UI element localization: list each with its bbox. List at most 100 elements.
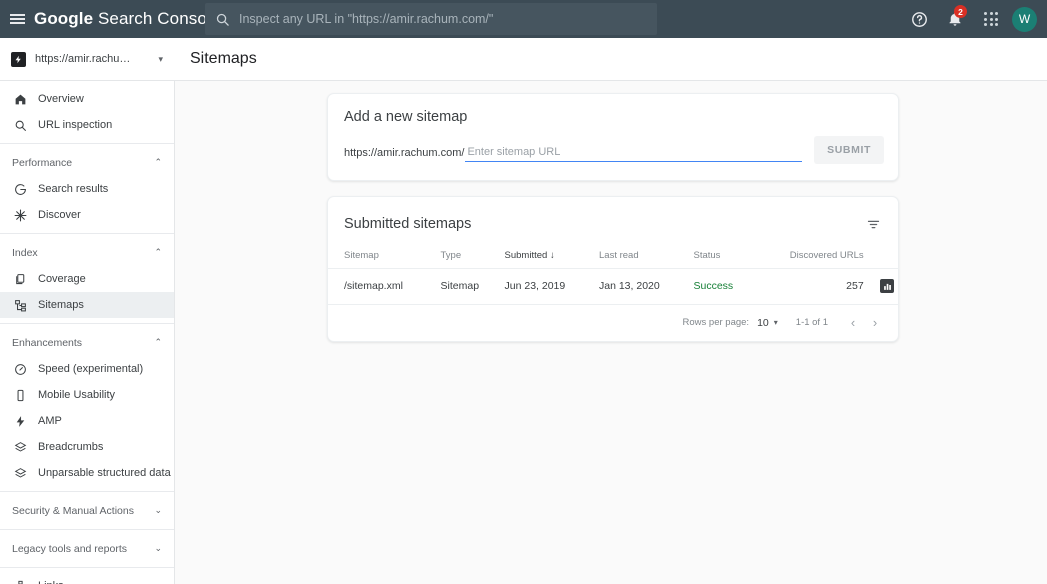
sidebar-item-label: Breadcrumbs (38, 441, 104, 453)
sitemap-url-input[interactable] (465, 146, 803, 162)
links-tree-icon (12, 580, 29, 584)
sidebar-item-amp[interactable]: AMP (0, 408, 174, 434)
sidebar-section-label: Performance (12, 156, 73, 169)
bar-chart-icon[interactable] (880, 279, 894, 293)
avatar[interactable]: W (1012, 6, 1037, 32)
submitted-sitemaps-card: Submitted sitemaps Sitemap Type Submitte… (327, 196, 899, 342)
sidebar-group-security: Security & Manual Actions ⌄ (0, 492, 174, 530)
bolt-icon (12, 415, 29, 428)
sidebar-item-breadcrumbs[interactable]: Breadcrumbs (0, 434, 174, 460)
submit-button[interactable]: SUBMIT (814, 136, 884, 164)
next-page-button[interactable]: › (864, 312, 886, 334)
search-icon (12, 119, 29, 132)
sitemap-url-prefix: https://amir.rachum.com/ (344, 147, 465, 159)
sidebar-item-links[interactable]: Links (0, 573, 174, 584)
column-sitemap[interactable]: Sitemap (328, 246, 437, 269)
chevron-up-icon[interactable]: ⌃ (154, 158, 162, 167)
column-discovered-urls[interactable]: Discovered URLs (755, 246, 868, 269)
speedometer-icon (12, 363, 29, 376)
app-brand-title: Google Search Console (34, 9, 220, 29)
url-inspection-search-box[interactable] (205, 3, 657, 35)
table-row[interactable]: /sitemap.xml Sitemap Jun 23, 2019 Jan 13… (328, 268, 898, 304)
sort-arrow-down-icon: ↓ (549, 250, 555, 261)
sidebar-item-label: Discover (38, 209, 81, 221)
chevron-down-icon[interactable]: ⌄ (154, 506, 162, 515)
apps-grid-icon[interactable] (973, 0, 1009, 38)
google-g-icon (12, 183, 29, 196)
page-title: Sitemaps (190, 50, 257, 67)
notifications-bell-icon[interactable]: 2 (937, 0, 973, 38)
sidebar-item-speed[interactable]: Speed (experimental) (0, 356, 174, 382)
sidebar-item-mobile-usability[interactable]: Mobile Usability (0, 382, 174, 408)
property-icon (11, 51, 26, 67)
property-selector[interactable]: https://amir.rachum.com/ ▾ (0, 38, 175, 81)
brand-rest: Search Console (93, 9, 221, 28)
notification-badge: 2 (954, 5, 967, 18)
table-body: /sitemap.xml Sitemap Jun 23, 2019 Jan 13… (328, 268, 898, 304)
cell-submitted: Jun 23, 2019 (504, 280, 566, 293)
sidebar-item-search-results[interactable]: Search results (0, 176, 174, 202)
sidebar-section-legacy-tools[interactable]: Legacy tools and reports ⌄ (0, 535, 174, 562)
cell-sitemap[interactable]: /sitemap.xml (328, 269, 437, 304)
property-label: https://amir.rachum.com/ (35, 53, 139, 65)
status-badge: Success (693, 280, 734, 293)
sidebar-section-security-manual-actions[interactable]: Security & Manual Actions ⌄ (0, 497, 174, 524)
chevron-down-icon[interactable]: ⌄ (154, 544, 162, 553)
cell-discovered-urls: 257 (846, 280, 864, 293)
previous-page-button[interactable]: ‹ (842, 312, 864, 334)
column-last-read[interactable]: Last read (595, 246, 689, 269)
column-status[interactable]: Status (689, 246, 755, 269)
sidebar-item-label: Coverage (38, 273, 86, 285)
sidebar-item-sitemaps[interactable]: Sitemaps (0, 292, 174, 318)
chevron-down-icon[interactable]: ▾ (774, 318, 778, 327)
sidebar-group-performance: Performance ⌃ Search results Discover (0, 144, 174, 234)
sidebar-item-coverage[interactable]: Coverage (0, 266, 174, 292)
submitted-sitemaps-title: Submitted sitemaps (344, 216, 472, 232)
filter-icon[interactable] (860, 211, 886, 237)
sidebar-item-label: Sitemaps (38, 299, 84, 311)
sidebar-group-enhancements: Enhancements ⌃ Speed (experimental) Mobi… (0, 324, 174, 492)
sidebar-section-index[interactable]: Index ⌃ (0, 239, 174, 266)
sidebar-item-label: Unparsable structured data (38, 467, 171, 479)
cell-type: Sitemap (440, 280, 480, 293)
chevron-up-icon[interactable]: ⌃ (154, 338, 162, 347)
discover-star-icon (12, 209, 29, 222)
column-type[interactable]: Type (437, 246, 501, 269)
hamburger-menu-icon[interactable] (0, 0, 34, 38)
column-actions (868, 246, 898, 269)
rows-per-page-value[interactable]: 10 (757, 317, 769, 329)
add-sitemap-card: Add a new sitemap https://amir.rachum.co… (327, 93, 899, 181)
column-submitted[interactable]: Submitted ↓ (501, 246, 595, 269)
add-sitemap-title: Add a new sitemap (344, 109, 468, 125)
rows-per-page-label: Rows per page: (682, 317, 750, 328)
table-header-row: Sitemap Type Submitted ↓ Last read Statu… (328, 246, 898, 269)
sidebar-section-performance[interactable]: Performance ⌃ (0, 149, 174, 176)
submitted-sitemaps-header: Submitted sitemaps (328, 197, 898, 237)
sidebar-section-label: Security & Manual Actions (12, 504, 134, 517)
cell-last-read: Jan 13, 2020 (599, 280, 660, 293)
submitted-sitemaps-table: Sitemap Type Submitted ↓ Last read Statu… (328, 246, 898, 304)
add-sitemap-row: https://amir.rachum.com/ SUBMIT (328, 125, 898, 164)
help-icon[interactable] (901, 0, 937, 38)
sidebar-item-label: Mobile Usability (38, 389, 116, 401)
sidebar-item-discover[interactable]: Discover (0, 202, 174, 228)
column-submitted-label: Submitted (504, 250, 548, 261)
pagination-range: 1-1 of 1 (795, 317, 828, 328)
chevron-up-icon[interactable]: ⌃ (154, 248, 162, 257)
layers-icon (12, 467, 29, 480)
sidebar-section-enhancements[interactable]: Enhancements ⌃ (0, 329, 174, 356)
sidebar-section-label: Enhancements (12, 336, 83, 349)
sidebar-item-label: Speed (experimental) (38, 363, 144, 375)
chevron-down-icon[interactable]: ▾ (158, 54, 163, 65)
header-actions: 2 W (901, 0, 1043, 38)
sidebar-item-overview[interactable]: Overview (0, 86, 174, 112)
sitemap-icon (12, 299, 29, 312)
cell-action (868, 269, 898, 304)
sidebar-item-url-inspection[interactable]: URL inspection (0, 112, 174, 138)
search-input[interactable] (239, 12, 657, 26)
search-icon (205, 12, 239, 27)
search-console-page: Google Search Console Inspect any URL in… (0, 0, 1047, 584)
page-title-bar: Sitemaps (175, 38, 1047, 81)
sidebar-item-label: Overview (38, 93, 84, 105)
sidebar-item-unparsable-structured-data[interactable]: Unparsable structured data (0, 460, 174, 486)
